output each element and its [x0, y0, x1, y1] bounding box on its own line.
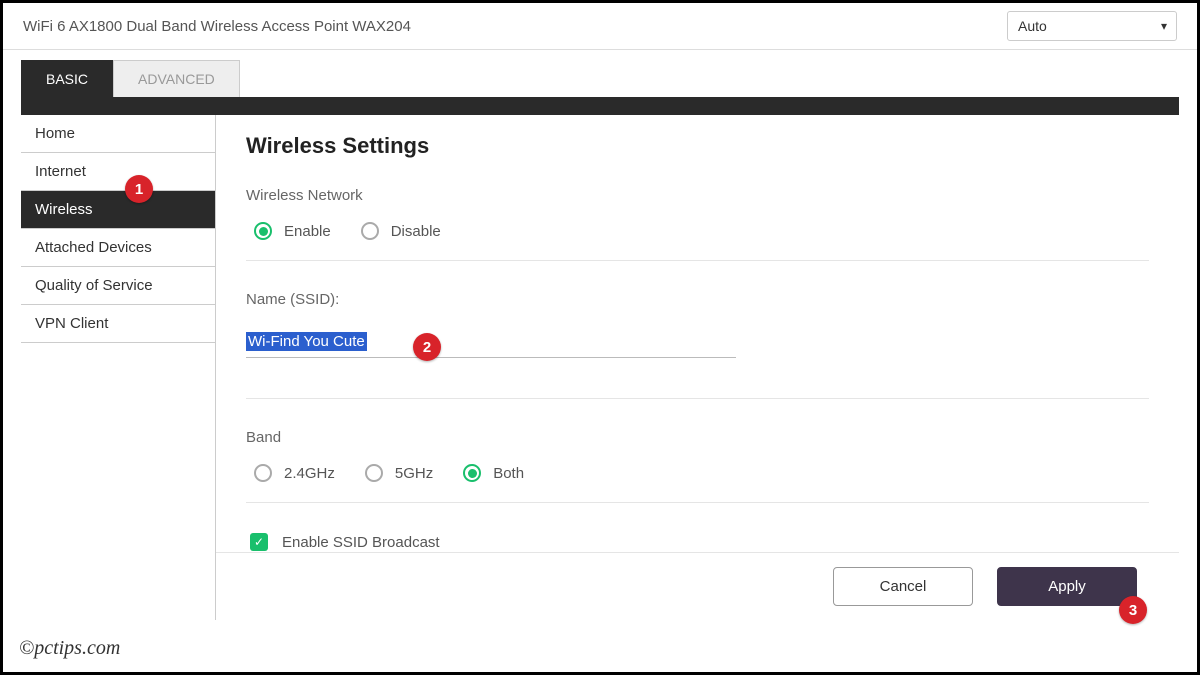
watermark: ©pctips.com	[19, 637, 120, 660]
radio-icon	[361, 222, 379, 240]
ssid-broadcast-label: Enable SSID Broadcast	[282, 534, 440, 551]
apply-button[interactable]: Apply	[997, 567, 1137, 606]
checkbox-ssid-broadcast[interactable]: ✓ Enable SSID Broadcast	[246, 533, 1149, 551]
device-title: WiFi 6 AX1800 Dual Band Wireless Access …	[23, 18, 411, 35]
language-select[interactable]: Auto	[1007, 11, 1177, 41]
sidebar-item-home[interactable]: Home	[21, 115, 215, 153]
sidebar-item-wireless[interactable]: Wireless	[21, 191, 215, 229]
annotation-marker-1: 1	[125, 175, 153, 203]
radio-band-both[interactable]: Both	[463, 464, 524, 482]
divider	[246, 398, 1149, 399]
radio-band-5-label: 5GHz	[395, 465, 433, 482]
sidebar-item-vpn-client[interactable]: VPN Client	[21, 305, 215, 343]
radio-icon	[365, 464, 383, 482]
radio-enable[interactable]: Enable	[254, 222, 331, 240]
wireless-network-label: Wireless Network	[246, 187, 1149, 204]
radio-band-5[interactable]: 5GHz	[365, 464, 433, 482]
radio-band-both-label: Both	[493, 465, 524, 482]
tab-advanced[interactable]: ADVANCED	[113, 60, 240, 97]
radio-icon	[254, 464, 272, 482]
content-area: Wireless Settings Wireless Network Enabl…	[216, 115, 1179, 585]
sidebar-item-internet[interactable]: Internet	[21, 153, 215, 191]
divider	[246, 502, 1149, 503]
sidebar-item-qos[interactable]: Quality of Service	[21, 267, 215, 305]
radio-enable-label: Enable	[284, 223, 331, 240]
footer-buttons: Cancel Apply	[216, 552, 1179, 620]
annotation-marker-2: 2	[413, 333, 441, 361]
ssid-input[interactable]: Wi-Find You Cute	[246, 326, 736, 358]
page-title: Wireless Settings	[246, 133, 1149, 159]
radio-icon	[254, 222, 272, 240]
radio-disable-label: Disable	[391, 223, 441, 240]
sidebar-item-attached-devices[interactable]: Attached Devices	[21, 229, 215, 267]
radio-disable[interactable]: Disable	[361, 222, 441, 240]
radio-band-24-label: 2.4GHz	[284, 465, 335, 482]
checkmark-icon: ✓	[250, 533, 268, 551]
ssid-label: Name (SSID):	[246, 291, 1149, 308]
tab-bar	[21, 97, 1179, 115]
radio-band-24[interactable]: 2.4GHz	[254, 464, 335, 482]
annotation-marker-3: 3	[1119, 596, 1147, 624]
radio-icon	[463, 464, 481, 482]
divider	[246, 260, 1149, 261]
band-label: Band	[246, 429, 1149, 446]
cancel-button[interactable]: Cancel	[833, 567, 973, 606]
sidebar: Home Internet Wireless Attached Devices …	[21, 115, 216, 620]
ssid-value-selected: Wi-Find You Cute	[246, 332, 367, 351]
tab-basic[interactable]: BASIC	[21, 60, 113, 97]
